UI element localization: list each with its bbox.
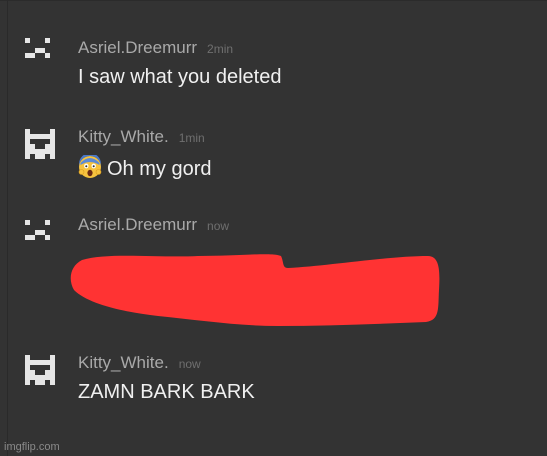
message-text-row: Oh my gord — [78, 153, 212, 181]
author-label[interactable]: Asriel.Dreemurr — [78, 38, 197, 57]
robot-face-icon[interactable] — [25, 33, 55, 63]
author-name[interactable]: Asriel.Dreemurr now — [78, 215, 229, 235]
screaming-face-emoji-icon — [78, 153, 102, 179]
redacted-scribble — [68, 248, 443, 333]
author-name[interactable]: Kitty_White. 1min — [78, 127, 205, 147]
robot-face-icon[interactable] — [25, 215, 55, 245]
author-label[interactable]: Asriel.Dreemurr — [78, 215, 197, 234]
timestamp: 2min — [207, 42, 234, 56]
author-name[interactable]: Kitty_White. now — [78, 353, 201, 373]
author-name[interactable]: Asriel.Dreemurr 2min — [78, 38, 233, 58]
message-text: ZAMN BARK BARK — [78, 381, 255, 403]
timestamp: now — [178, 357, 201, 371]
left-edge-divider — [7, 0, 8, 456]
timestamp: 1min — [178, 131, 205, 145]
cat-face-icon[interactable] — [25, 355, 55, 385]
cat-face-icon[interactable] — [25, 129, 55, 159]
author-label[interactable]: Kitty_White. — [78, 353, 169, 372]
imgflip-watermark: imgflip.com — [4, 441, 60, 453]
top-border — [0, 0, 547, 1]
message-text: Oh my gord — [107, 158, 212, 180]
author-label[interactable]: Kitty_White. — [78, 127, 169, 146]
timestamp: now — [207, 219, 230, 233]
message-text: I saw what you deleted — [78, 66, 282, 88]
